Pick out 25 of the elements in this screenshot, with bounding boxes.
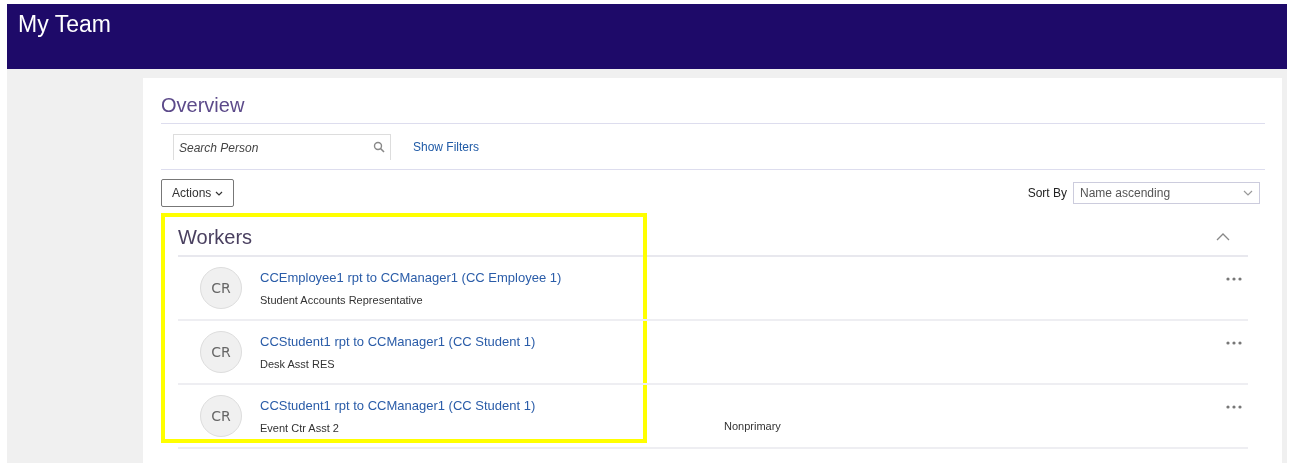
avatar: CR <box>200 267 242 309</box>
avatar: CR <box>200 331 242 373</box>
caret-icon <box>215 190 224 196</box>
caret-icon <box>1243 190 1253 196</box>
chevron-icon[interactable] <box>1216 233 1230 241</box>
page-title: My Team <box>18 11 111 37</box>
sort-select[interactable]: Name ascending <box>1073 182 1260 204</box>
sort-label: Sort By <box>1027 186 1067 200</box>
more-icon[interactable] <box>1226 341 1242 345</box>
actions-button[interactable]: Actions <box>161 179 235 207</box>
section-title: Overview <box>161 94 1265 124</box>
search-field[interactable]: Search Person <box>173 134 391 160</box>
worker-name-link[interactable]: CCStudent1 rpt to CCManager1 (CC Student 1) <box>260 334 720 349</box>
avatar: CR <box>200 395 242 437</box>
section-title: Workers <box>178 225 253 249</box>
more-icon[interactable] <box>1226 277 1242 281</box>
worker-name-link[interactable]: CCStudent1 rpt to CCManager1 (CC Student 1) <box>260 398 720 413</box>
job-title: Event Ctr Asst 2 <box>260 422 340 434</box>
assignment-type: Nonprimary <box>724 420 781 432</box>
worker-name-link[interactable]: CCEmployee1 rpt to CCManager1 (CC Employee 1) <box>260 270 720 285</box>
job-title: Desk Asst RES <box>260 358 336 370</box>
job-title: Student Accounts Representative <box>260 294 424 306</box>
more-icon[interactable] <box>1226 405 1242 409</box>
show-filters-link[interactable]: Show Filters <box>413 140 480 154</box>
search-icon <box>373 141 385 153</box>
